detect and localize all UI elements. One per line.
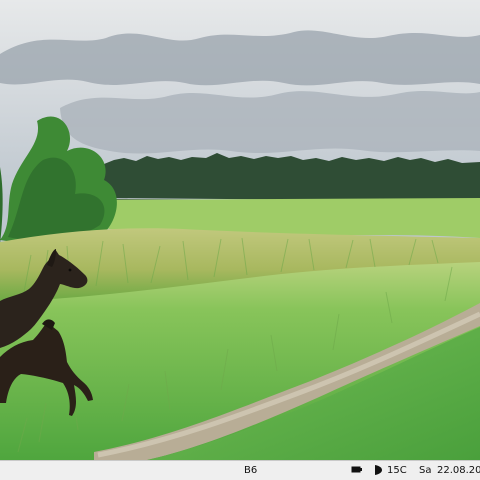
trail-camera-frame: B6 15C Sa 22.08.20 xyxy=(0,0,480,480)
battery-icon xyxy=(351,466,362,473)
date-readout: 22.08.20 xyxy=(437,465,480,476)
trail-camera-status-bar: B6 15C Sa 22.08.20 xyxy=(0,460,480,480)
forest-line xyxy=(104,153,480,204)
weekday-readout: Sa xyxy=(419,465,432,476)
temperature-readout: 15C xyxy=(387,465,407,476)
camera-id: B6 xyxy=(244,465,258,476)
deer-field-photo xyxy=(0,0,480,460)
moon-phase-icon xyxy=(375,465,382,475)
